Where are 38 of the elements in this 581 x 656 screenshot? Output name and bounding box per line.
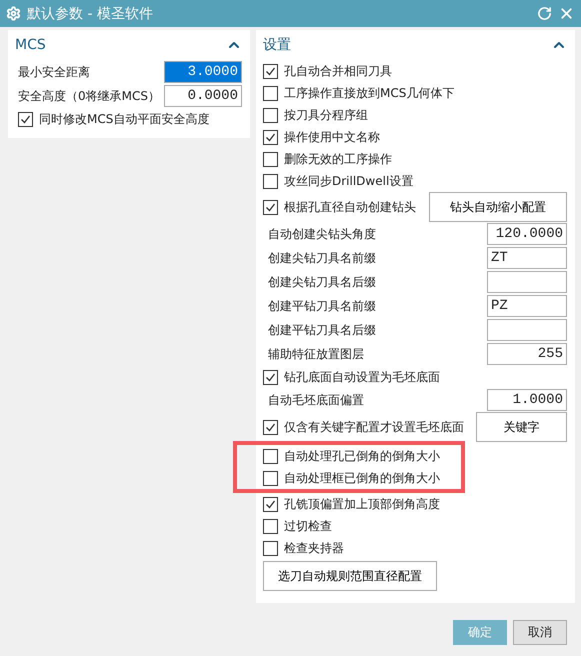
window-title: 默认参数 - 模圣软件 xyxy=(27,4,154,22)
checkbox-label: 钻孔底面自动设置为毛坯底面 xyxy=(284,368,440,386)
field-label: 最小安全距离 xyxy=(18,64,90,80)
input-field[interactable]: 0.0000 xyxy=(164,85,242,107)
input-field[interactable]: PZ xyxy=(487,295,567,317)
config-button[interactable]: 钻头自动缩小配置 xyxy=(429,192,567,222)
checkbox-label: 自动处理孔已倒角的倒角大小 xyxy=(284,448,440,464)
input-field[interactable]: ZT xyxy=(487,247,567,269)
field-label: 自动创建尖钻头角度 xyxy=(268,226,376,242)
panel-title: MCS xyxy=(15,37,46,53)
checkbox-label: 过切检查 xyxy=(284,518,332,534)
checkbox-label: 同时修改MCS自动平面安全高度 xyxy=(39,110,210,128)
field-label: 创建尖钻刀具名后缀 xyxy=(268,274,376,290)
input-field[interactable]: 255 xyxy=(487,343,567,365)
field-label: 自动毛坯底面偏置 xyxy=(268,392,364,408)
checkbox-label: 工序操作直接放到MCS几何体下 xyxy=(284,84,454,102)
checkbox-label: 按刀具分程序组 xyxy=(284,106,368,124)
checkbox-label: 自动处理框已倒角的倒角大小 xyxy=(284,470,440,486)
field-label: 创建平钻刀具名前缀 xyxy=(268,298,376,314)
checkbox-label: 删除无效的工序操作 xyxy=(284,150,392,168)
checkbox-label: 孔自动合并相同刀具 xyxy=(284,62,392,80)
checkbox-label: 攻丝同步DrillDwell设置 xyxy=(284,172,414,190)
cancel-button[interactable]: 取消 xyxy=(513,620,567,645)
config-button[interactable]: 选刀自动规则范围直径配置 xyxy=(263,561,437,591)
checkbox-label: 操作使用中文名称 xyxy=(284,128,380,146)
checkbox-label: 根据孔直径自动创建钻头 xyxy=(284,198,416,216)
input-field[interactable]: 3.0000 xyxy=(164,61,242,83)
field-label: 安全高度（0将继承MCS） xyxy=(18,88,160,104)
panel-title: 设置 xyxy=(263,36,291,54)
config-button[interactable]: 关键字 xyxy=(476,412,567,442)
input-field[interactable]: 1.0000 xyxy=(487,389,567,411)
field-label: 创建平钻刀具名后缀 xyxy=(268,322,376,338)
checkbox-label: 检查夹持器 xyxy=(284,540,344,556)
input-field[interactable]: 120.0000 xyxy=(487,223,567,245)
checkbox-label: 孔铣顶偏置加上顶部倒角高度 xyxy=(284,496,440,512)
field-label: 辅助特征放置图层 xyxy=(268,346,364,362)
checkbox-label: 仅含有关键字配置才设置毛坯底面 xyxy=(284,418,464,436)
field-label: 创建尖钻刀具名前缀 xyxy=(268,250,376,266)
